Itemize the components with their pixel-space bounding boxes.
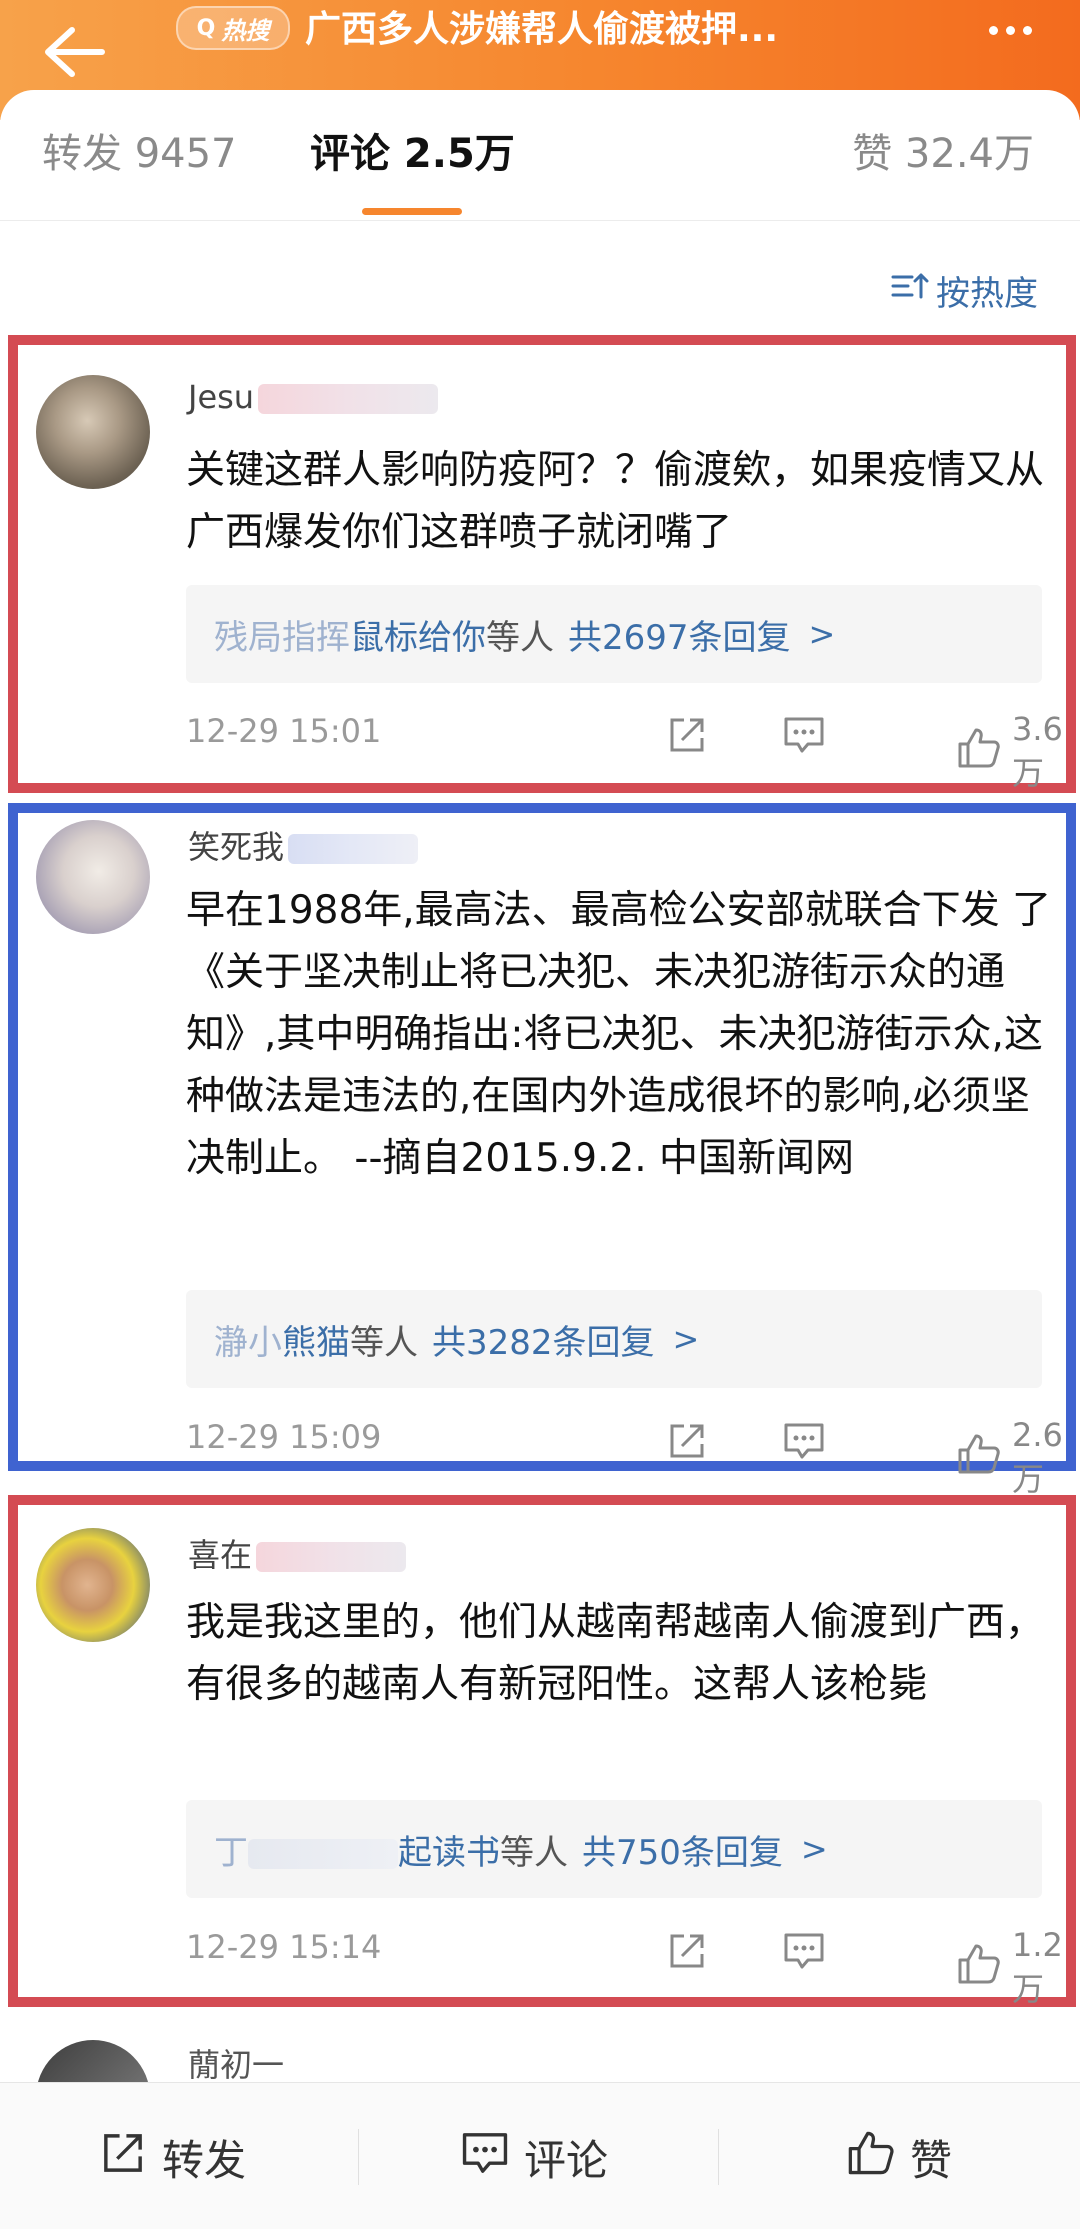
comment-time: 12-29 15:09	[186, 1418, 382, 1456]
like-count: 2.6万	[1012, 1416, 1063, 1498]
comment-icon[interactable]	[782, 1420, 826, 1466]
sort-by-hot-button[interactable]: 按热度	[890, 266, 1038, 315]
tab-repost[interactable]: 转发 9457	[42, 128, 237, 180]
reply-summary[interactable]: 瀞小熊猫 等人 共3282条回复 >	[186, 1290, 1042, 1388]
avatar[interactable]	[36, 1528, 150, 1642]
comment-username[interactable]: 笑死我	[188, 822, 419, 868]
hot-search-label: 热搜	[221, 16, 270, 45]
comment-meta: 12-29 15:01 3.6万	[186, 704, 1063, 792]
comment-username[interactable]: Jesu	[188, 378, 439, 416]
reply-etc: 等人	[500, 1832, 568, 1873]
sort-label: 按热度	[936, 274, 1038, 314]
share-icon	[98, 2129, 148, 2187]
divider	[718, 2129, 719, 2185]
chevron-right-icon: >	[672, 1320, 700, 1358]
comment-text: 早在1988年,最高法、最高检公安部就联合下发 了《关于坚决制止将已决犯、未决犯…	[186, 888, 1052, 1181]
like-button[interactable]: 3.6万	[956, 710, 1063, 794]
thumbs-up-icon	[956, 1942, 1002, 1994]
comment-time: 12-29 15:14	[186, 1928, 382, 1966]
redacted-name-blur	[248, 1839, 398, 1869]
tab-bar: 转发 9457 评论 2.5万 赞 32.4万	[0, 100, 1080, 221]
like-label: 赞	[910, 2136, 953, 2185]
like-button[interactable]: 2.6万	[956, 1416, 1063, 1500]
redacted-name-blur	[288, 834, 419, 864]
like-count: 3.6万	[1012, 710, 1063, 792]
comment-meta: 12-29 15:14 1.2万	[186, 1920, 1063, 2008]
share-icon[interactable]	[666, 1420, 708, 1466]
reply-names: 残局指挥鼠标给你	[214, 617, 486, 658]
reply-names: 丁起读书	[214, 1832, 500, 1873]
comment-time: 12-29 15:01	[186, 712, 382, 750]
repost-label: 转发	[162, 2136, 247, 2185]
divider	[358, 2129, 359, 2185]
thumbs-up-icon	[956, 726, 1002, 778]
avatar[interactable]	[36, 375, 150, 489]
reply-etc: 等人	[486, 617, 554, 658]
back-arrow-icon[interactable]	[38, 22, 108, 82]
active-tab-indicator	[362, 208, 462, 215]
sort-icon	[890, 269, 930, 312]
comment-icon[interactable]	[782, 1930, 826, 1976]
page-title[interactable]: 广西多人涉嫌帮人偷渡被押...	[305, 2, 905, 58]
avatar[interactable]	[36, 820, 150, 934]
comment-label: 评论	[524, 2136, 609, 2185]
tab-like[interactable]: 赞 32.4万	[852, 128, 1034, 180]
thumbs-up-icon	[956, 1432, 1002, 1484]
reply-names: 瀞小熊猫	[214, 1322, 350, 1363]
chevron-right-icon: >	[800, 1830, 828, 1868]
comment-text: 关键这群人影响防疫阿？？偷渡欸，如果疫情又从广西爆发你们这群喷子就闭嘴了	[186, 448, 1045, 555]
reply-summary[interactable]: 残局指挥鼠标给你 等人 共2697条回复 >	[186, 585, 1042, 683]
redacted-name-blur	[256, 1542, 407, 1572]
more-options-icon[interactable]	[970, 10, 1050, 50]
like-post-button[interactable]: 赞	[846, 2127, 952, 2188]
reply-count: 共3282条回复	[432, 1322, 655, 1363]
comment-icon	[460, 2129, 510, 2187]
reply-etc: 等人	[350, 1322, 418, 1363]
reply-count: 共750条回复	[582, 1832, 783, 1873]
search-icon: Q	[196, 15, 216, 41]
hot-search-badge[interactable]: Q 热搜	[176, 6, 290, 50]
repost-button[interactable]: 转发	[98, 2127, 246, 2188]
like-count: 1.2万	[1012, 1926, 1063, 2008]
bottom-action-bar: 转发 评论 赞	[0, 2082, 1080, 2229]
reply-count: 共2697条回复	[568, 617, 791, 658]
comment-text: 我是我这里的，他们从越南帮越南人偷渡到广西，有很多的越南人有新冠阳性。这帮人该枪…	[186, 1600, 1045, 1707]
comment-icon[interactable]	[782, 714, 826, 760]
comment-button[interactable]: 评论	[460, 2127, 608, 2188]
redacted-name-blur	[258, 384, 439, 414]
reply-summary[interactable]: 丁起读书 等人 共750条回复 >	[186, 1800, 1042, 1898]
comment-username[interactable]: 蕑初一	[188, 2040, 284, 2086]
chevron-right-icon: >	[808, 615, 836, 653]
comment-meta: 12-29 15:09 2.6万	[186, 1410, 1063, 1498]
like-button[interactable]: 1.2万	[956, 1926, 1063, 2010]
share-icon[interactable]	[666, 714, 708, 760]
thumbs-up-icon	[846, 2129, 896, 2187]
tab-comment[interactable]: 评论 2.5万	[310, 128, 515, 180]
comment-username[interactable]: 喜在	[188, 1530, 407, 1576]
share-icon[interactable]	[666, 1930, 708, 1976]
